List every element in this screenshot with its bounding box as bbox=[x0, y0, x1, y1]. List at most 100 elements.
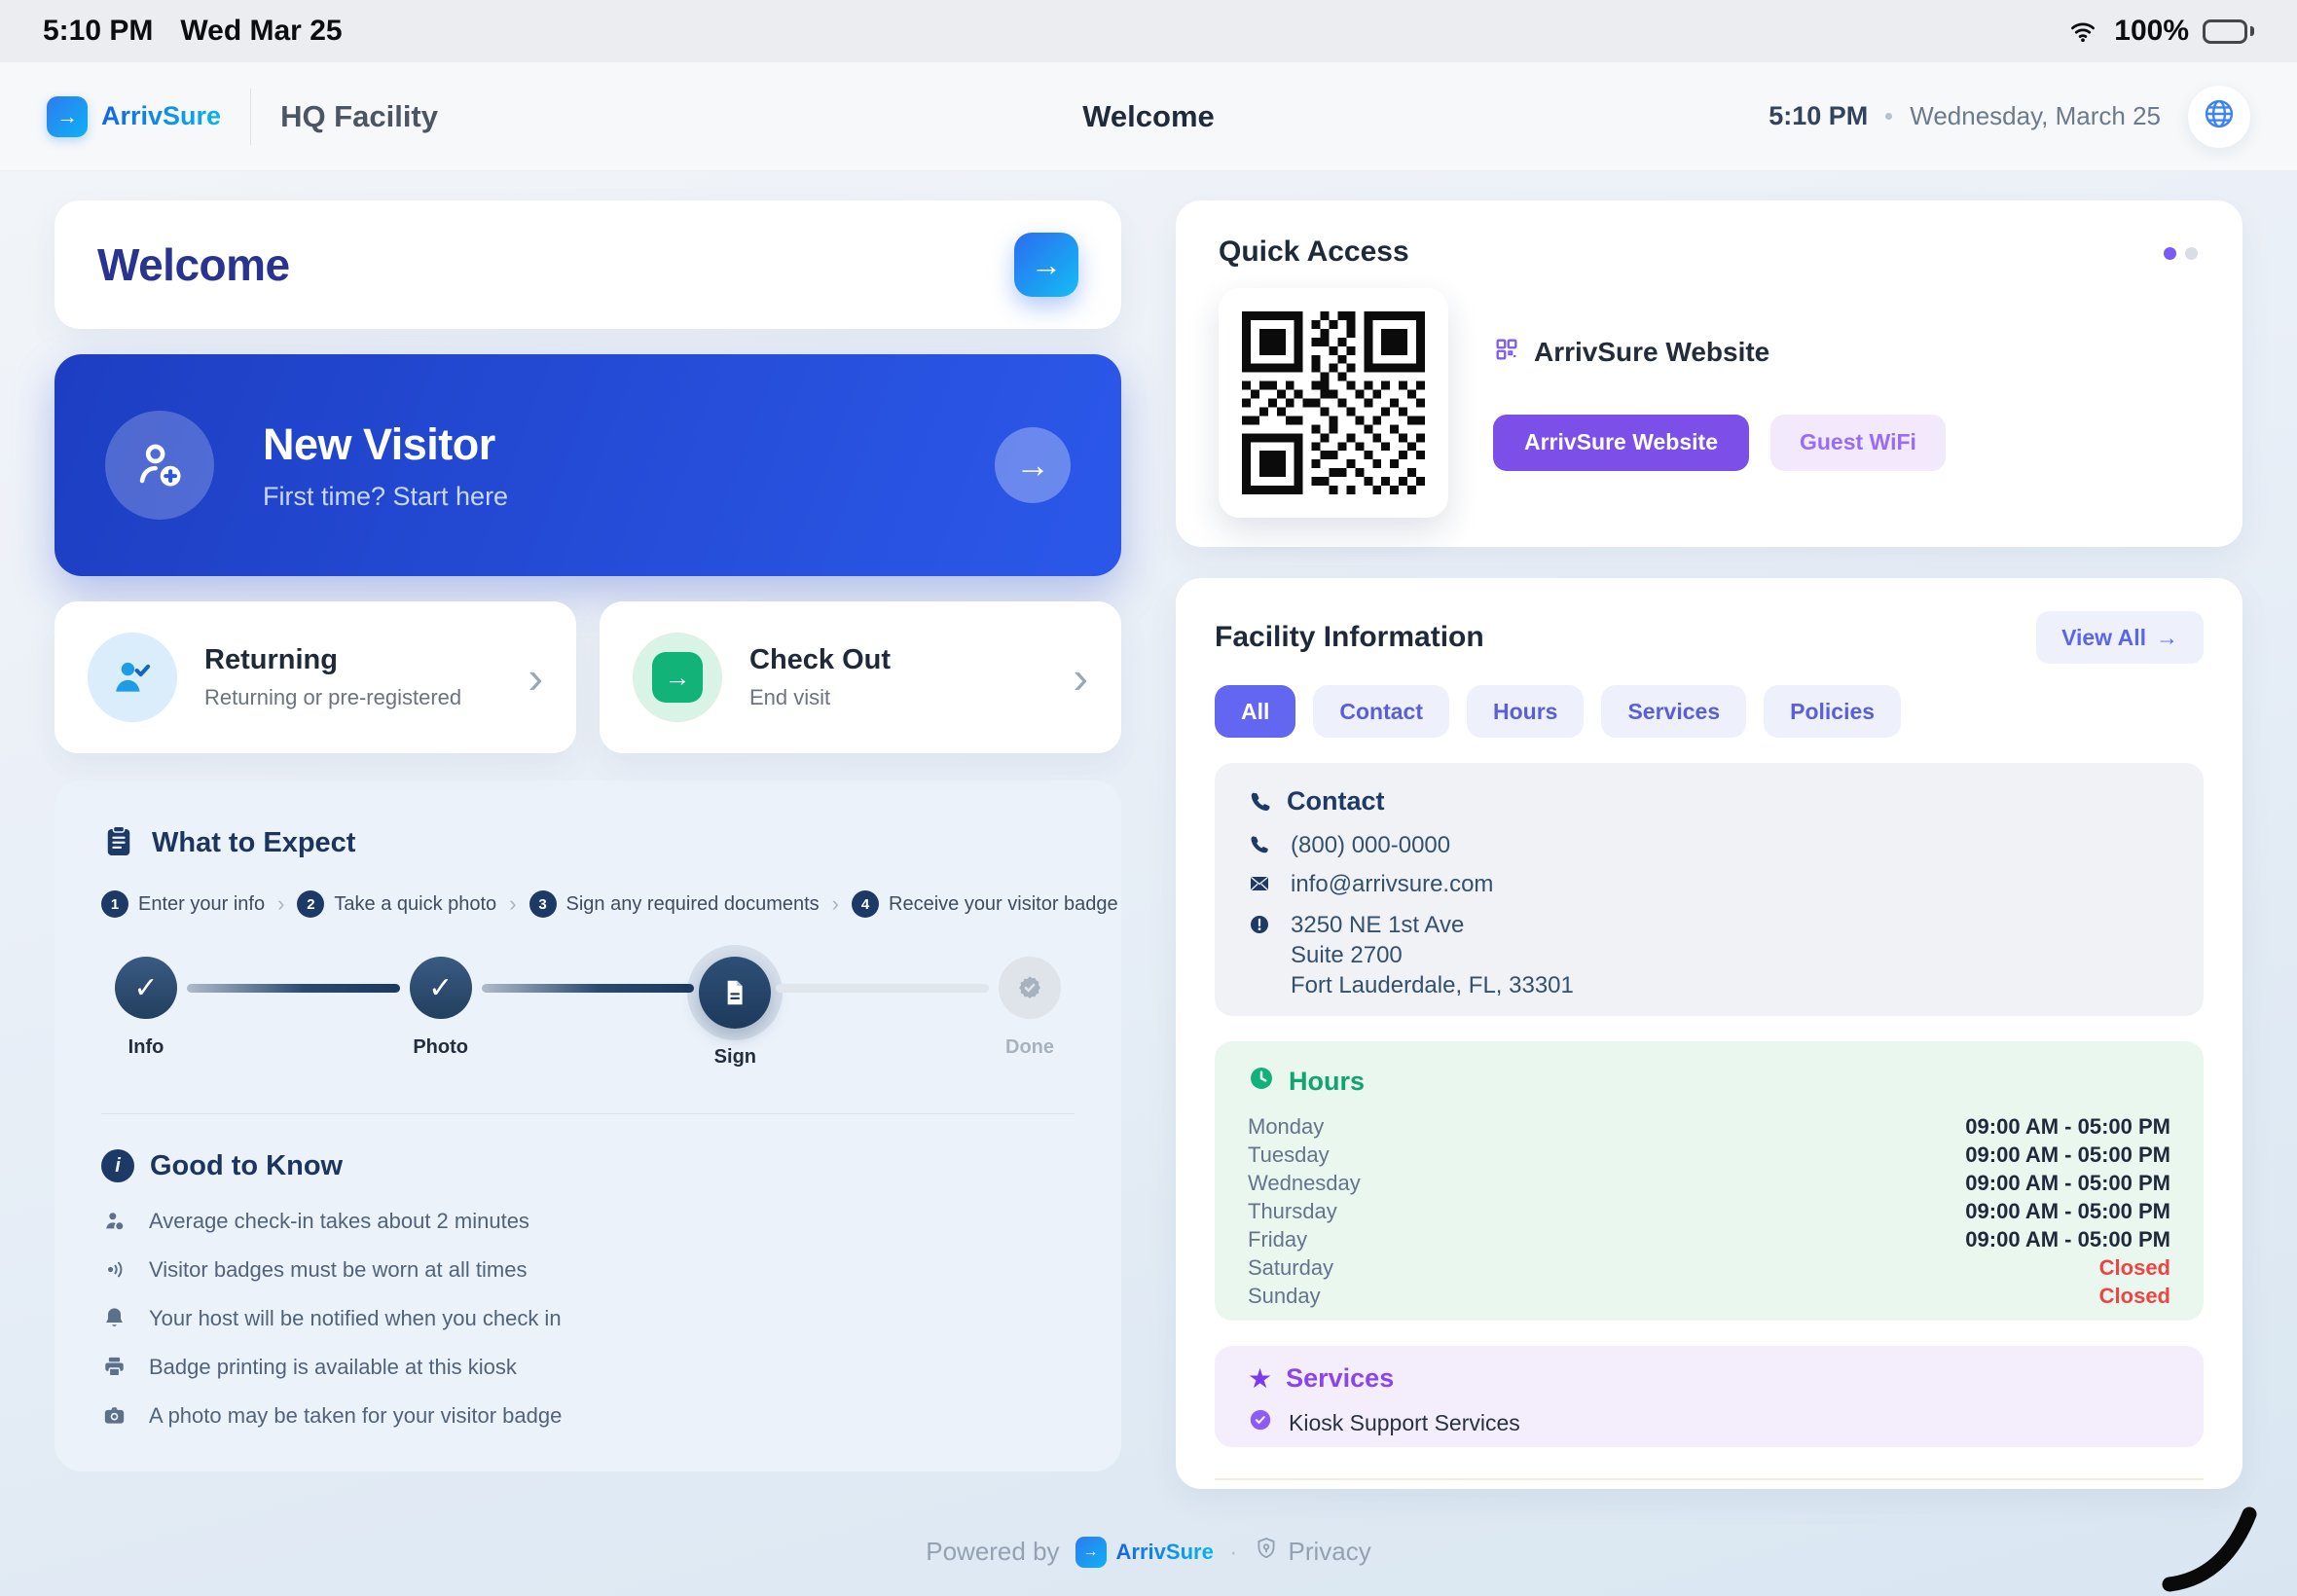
services-title: Services bbox=[1286, 1363, 1394, 1394]
quick-access-title: Quick Access bbox=[1219, 236, 2200, 269]
star-icon: ★ bbox=[1248, 1365, 1272, 1393]
quick-access-card: Quick Access bbox=[1176, 200, 2242, 547]
arrivsure-website-button[interactable]: ArrivSure Website bbox=[1493, 415, 1749, 471]
progress-label: Info bbox=[128, 1036, 164, 1059]
badge-broadcast-icon bbox=[101, 1256, 128, 1283]
new-visitor-arrow-button[interactable]: → bbox=[995, 427, 1071, 503]
check-out-card[interactable]: → Check Out End visit › bbox=[600, 601, 1121, 753]
check-out-subtitle: End visit bbox=[749, 685, 891, 710]
arrow-right-icon: → bbox=[1015, 445, 1050, 486]
new-visitor-card[interactable]: New Visitor First time? Start here → bbox=[55, 354, 1121, 576]
document-icon bbox=[699, 957, 771, 1029]
person-add-icon bbox=[105, 411, 214, 520]
check-out-title: Check Out bbox=[749, 644, 891, 676]
filter-chip-all[interactable]: All bbox=[1215, 685, 1295, 738]
chevron-right-icon: › bbox=[277, 891, 284, 917]
chevron-right-icon: › bbox=[1074, 655, 1088, 700]
left-column: Welcome → New Visitor First time? Start … bbox=[55, 200, 1121, 1489]
progress-label: Photo bbox=[413, 1036, 468, 1059]
phone-icon bbox=[1248, 833, 1273, 858]
separator-dot: · bbox=[1229, 1537, 1238, 1567]
returning-title: Returning bbox=[204, 644, 461, 676]
list-item-text: Visitor badges must be worn at all times bbox=[149, 1257, 527, 1283]
right-column: Quick Access bbox=[1176, 200, 2242, 1489]
view-all-button[interactable]: View All→ bbox=[2036, 611, 2204, 664]
contact-address-row: 3250 NE 1st Ave Suite 2700 Fort Lauderda… bbox=[1248, 910, 2170, 1000]
hours-row: Friday09:00 AM - 05:00 PM bbox=[1248, 1225, 2170, 1253]
carousel-dot-active[interactable] bbox=[2164, 247, 2176, 260]
step-label: Enter your info bbox=[138, 893, 265, 916]
battery-icon bbox=[2203, 19, 2254, 44]
header-divider bbox=[250, 89, 251, 145]
app-header: → ArrivSure HQ Facility Welcome 5:10 PM … bbox=[0, 62, 2297, 171]
services-section: ★ Services Kiosk Support Services bbox=[1215, 1346, 2204, 1447]
quick-access-item-title: ArrivSure Website bbox=[1534, 337, 1769, 368]
brand-name: ArrivSure bbox=[101, 101, 221, 131]
filter-chip-hours[interactable]: Hours bbox=[1467, 685, 1584, 738]
footer: Powered by → ArrivSure · Privacy bbox=[0, 1536, 2297, 1568]
section-divider bbox=[1215, 1478, 2204, 1480]
chevron-right-icon: › bbox=[529, 655, 543, 700]
what-to-expect-title: What to Expect bbox=[152, 827, 355, 859]
qr-glyph-icon bbox=[1493, 336, 1520, 370]
step-item: 1 Enter your info bbox=[101, 890, 265, 918]
contact-section: Contact (800) 000-0000 bbox=[1215, 763, 2204, 1016]
check-icon: ✓ bbox=[115, 957, 177, 1019]
badge-check-icon bbox=[999, 957, 1061, 1019]
carousel-dot[interactable] bbox=[2185, 247, 2198, 260]
contact-email-row: info@arrivsure.com bbox=[1248, 871, 2170, 898]
facility-information-title: Facility Information bbox=[1215, 621, 1484, 654]
qr-code bbox=[1219, 288, 1448, 518]
user-icon bbox=[101, 1208, 128, 1234]
step-number: 4 bbox=[852, 890, 879, 918]
facility-name: HQ Facility bbox=[280, 99, 438, 134]
step-item: 3 Sign any required documents bbox=[529, 890, 820, 918]
brand-logo-icon: → bbox=[1076, 1537, 1107, 1568]
language-globe-button[interactable] bbox=[2188, 86, 2250, 148]
arrow-right-icon: → bbox=[665, 663, 691, 693]
filter-chip-contact[interactable]: Contact bbox=[1313, 685, 1449, 738]
check-icon: ✓ bbox=[410, 957, 472, 1019]
returning-card[interactable]: Returning Returning or pre-registered › bbox=[55, 601, 576, 753]
contact-phone: (800) 000-0000 bbox=[1291, 832, 1450, 859]
battery-percent: 100% bbox=[2114, 15, 2189, 48]
status-time: 5:10 PM bbox=[43, 15, 153, 48]
divider bbox=[101, 1113, 1075, 1114]
arrow-right-icon: → bbox=[2156, 625, 2178, 651]
step-item: 4 Receive your visitor badge bbox=[852, 890, 1118, 918]
printer-icon bbox=[101, 1354, 128, 1380]
footer-brand: ArrivSure bbox=[1116, 1540, 1214, 1565]
progress-node-info: ✓ Info bbox=[101, 957, 191, 1059]
step-label: Sign any required documents bbox=[566, 893, 820, 916]
privacy-link[interactable]: Privacy bbox=[1254, 1536, 1371, 1568]
progress-steps: ✓ Info ✓ Photo bbox=[101, 957, 1075, 1069]
filter-chips: All Contact Hours Services Policies bbox=[1215, 685, 2204, 738]
facility-information-card: Facility Information View All→ All Conta… bbox=[1176, 578, 2242, 1489]
contact-phone-row: (800) 000-0000 bbox=[1248, 832, 2170, 859]
step-number: 2 bbox=[297, 890, 324, 918]
powered-by-label: Powered by bbox=[926, 1537, 1059, 1567]
info-icon: i bbox=[101, 1149, 134, 1182]
filter-chip-services[interactable]: Services bbox=[1601, 685, 1746, 738]
guest-wifi-button[interactable]: Guest WiFi bbox=[1770, 415, 1946, 471]
chevron-right-icon: › bbox=[509, 891, 516, 917]
camera-icon bbox=[101, 1402, 128, 1429]
brand-logo-icon: → bbox=[47, 96, 88, 137]
welcome-forward-button[interactable]: → bbox=[1014, 233, 1078, 297]
header-dot bbox=[1885, 113, 1892, 120]
welcome-card: Welcome → bbox=[55, 200, 1121, 329]
wifi-icon bbox=[2065, 17, 2100, 46]
step-number: 3 bbox=[529, 890, 557, 918]
status-bar: 5:10 PM Wed Mar 25 100% bbox=[0, 0, 2297, 62]
hours-row: Wednesday09:00 AM - 05:00 PM bbox=[1248, 1169, 2170, 1197]
progress-connector bbox=[187, 984, 400, 993]
filter-chip-policies[interactable]: Policies bbox=[1764, 685, 1901, 738]
brand: → ArrivSure bbox=[47, 96, 221, 137]
bell-icon bbox=[101, 1305, 128, 1331]
hours-row: Tuesday09:00 AM - 05:00 PM bbox=[1248, 1141, 2170, 1169]
header-date: Wednesday, March 25 bbox=[1910, 101, 2161, 131]
list-item-text: Average check-in takes about 2 minutes bbox=[149, 1209, 529, 1234]
hours-row: SaturdayClosed bbox=[1248, 1253, 2170, 1282]
good-to-know-section: i Good to Know Average check-in takes ab… bbox=[101, 1149, 1075, 1429]
arrow-right-icon: → bbox=[1031, 247, 1062, 283]
